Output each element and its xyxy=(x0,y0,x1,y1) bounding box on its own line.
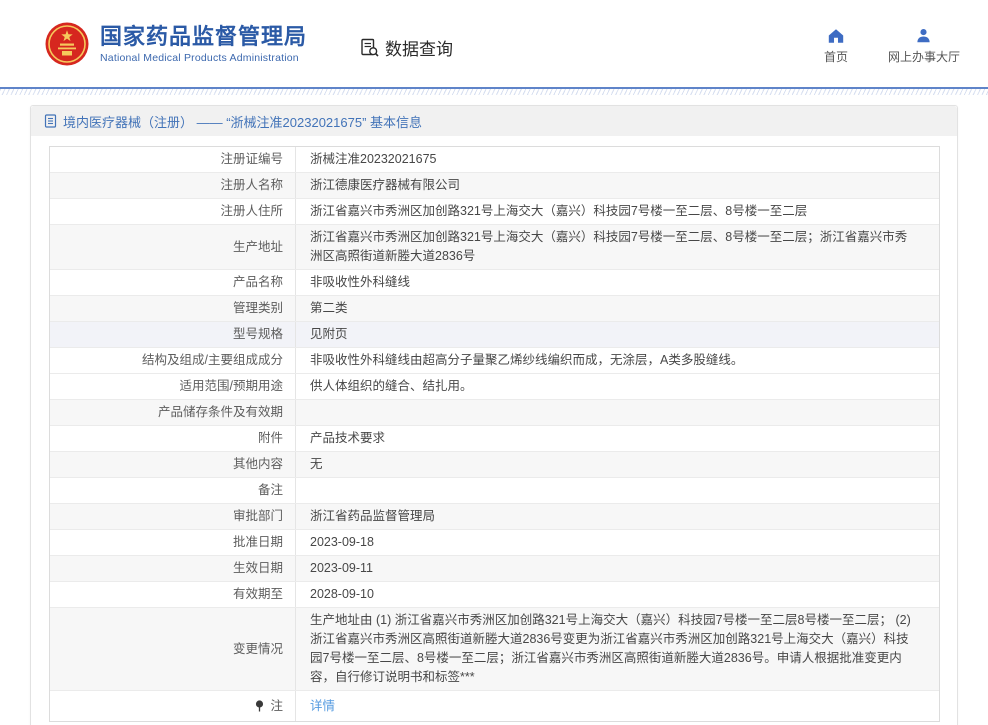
row-label: 注册人住所 xyxy=(50,199,296,224)
row-label: 备注 xyxy=(50,478,296,503)
row-label: 附件 xyxy=(50,426,296,451)
row-value: 第二类 xyxy=(296,296,939,321)
row-value: 2023-09-11 xyxy=(296,556,939,581)
document-search-icon xyxy=(359,37,380,58)
row-label: 产品储存条件及有效期 xyxy=(50,400,296,425)
row-value: 2023-09-18 xyxy=(296,530,939,555)
row-value: 详情 xyxy=(296,691,939,721)
table-row: 注详情 xyxy=(50,691,939,721)
row-value: 非吸收性外科缝线 xyxy=(296,270,939,295)
table-row: 生产地址浙江省嘉兴市秀洲区加创路321号上海交大（嘉兴）科技园7号楼一至二层、8… xyxy=(50,225,939,270)
site-header: 国家药品监督管理局 National Medical Products Admi… xyxy=(0,0,988,87)
nav-online-hall-label: 网上办事大厅 xyxy=(888,48,960,65)
row-value: 浙江省嘉兴市秀洲区加创路321号上海交大（嘉兴）科技园7号楼一至二层、8号楼一至… xyxy=(296,225,939,269)
row-value: 无 xyxy=(296,452,939,477)
row-value: 浙江省药品监督管理局 xyxy=(296,504,939,529)
brand-logo[interactable]: 国家药品监督管理局 National Medical Products Admi… xyxy=(45,22,307,66)
row-label: 生产地址 xyxy=(50,225,296,269)
table-row: 附件产品技术要求 xyxy=(50,426,939,452)
row-label: 注册人名称 xyxy=(50,173,296,198)
row-label: 生效日期 xyxy=(50,556,296,581)
row-label: 管理类别 xyxy=(50,296,296,321)
org-name: 国家药品监督管理局 xyxy=(100,24,307,50)
main-content: 境内医疗器械（注册） —— “浙械注准20232021675” 基本信息 注册证… xyxy=(0,95,988,725)
row-value: 见附页 xyxy=(296,322,939,347)
row-label: 审批部门 xyxy=(50,504,296,529)
org-name-en: National Medical Products Administration xyxy=(100,52,307,64)
nav-home[interactable]: 首页 xyxy=(824,27,848,65)
table-row: 备注 xyxy=(50,478,939,504)
row-label: 变更情况 xyxy=(50,608,296,690)
row-value: 生产地址由 (1) 浙江省嘉兴市秀洲区加创路321号上海交大（嘉兴）科技园7号楼… xyxy=(296,608,939,690)
top-nav: 首页 网上办事大厅 xyxy=(824,27,960,65)
table-row: 变更情况生产地址由 (1) 浙江省嘉兴市秀洲区加创路321号上海交大（嘉兴）科技… xyxy=(50,608,939,691)
table-row: 结构及组成/主要组成成分非吸收性外科缝线由超高分子量聚乙烯纱线编织而成，无涂层，… xyxy=(50,348,939,374)
pin-icon xyxy=(254,699,265,713)
header-divider-band xyxy=(0,87,988,95)
table-row: 其他内容无 xyxy=(50,452,939,478)
data-query-label: 数据查询 xyxy=(385,35,453,60)
table-row: 适用范围/预期用途供人体组织的缝合、结扎用。 xyxy=(50,374,939,400)
home-icon xyxy=(827,27,845,44)
table-row: 注册人住所浙江省嘉兴市秀洲区加创路321号上海交大（嘉兴）科技园7号楼一至二层、… xyxy=(50,199,939,225)
row-label: 产品名称 xyxy=(50,270,296,295)
user-icon xyxy=(915,27,932,44)
row-label: 注册证编号 xyxy=(50,147,296,172)
national-emblem-icon xyxy=(45,22,89,66)
table-row: 注册证编号浙械注准20232021675 xyxy=(50,147,939,173)
nav-home-label: 首页 xyxy=(824,48,848,65)
brand-text: 国家药品监督管理局 National Medical Products Admi… xyxy=(100,24,307,64)
table-row: 型号规格见附页 xyxy=(50,322,939,348)
row-label: 其他内容 xyxy=(50,452,296,477)
row-value: 非吸收性外科缝线由超高分子量聚乙烯纱线编织而成，无涂层，A类多股缝线。 xyxy=(296,348,939,373)
nav-online-hall[interactable]: 网上办事大厅 xyxy=(888,27,960,65)
info-panel: 境内医疗器械（注册） —— “浙械注准20232021675” 基本信息 注册证… xyxy=(30,105,958,725)
row-value: 浙江德康医疗器械有限公司 xyxy=(296,173,939,198)
row-label: 结构及组成/主要组成成分 xyxy=(50,348,296,373)
row-value: 浙械注准20232021675 xyxy=(296,147,939,172)
table-row: 产品名称非吸收性外科缝线 xyxy=(50,270,939,296)
table-row: 审批部门浙江省药品监督管理局 xyxy=(50,504,939,530)
table-row: 产品储存条件及有效期 xyxy=(50,400,939,426)
row-value: 2028-09-10 xyxy=(296,582,939,607)
row-value xyxy=(296,400,939,425)
table-row: 生效日期2023-09-11 xyxy=(50,556,939,582)
panel-title-text: 境内医疗器械（注册） —— “浙械注准20232021675” 基本信息 xyxy=(63,112,422,131)
table-row: 批准日期2023-09-18 xyxy=(50,530,939,556)
table-row: 注册人名称浙江德康医疗器械有限公司 xyxy=(50,173,939,199)
row-value xyxy=(296,478,939,503)
row-label: 批准日期 xyxy=(50,530,296,555)
info-table: 注册证编号浙械注准20232021675注册人名称浙江德康医疗器械有限公司注册人… xyxy=(49,146,940,722)
data-query-nav[interactable]: 数据查询 xyxy=(359,35,453,60)
table-row: 管理类别第二类 xyxy=(50,296,939,322)
row-label: 适用范围/预期用途 xyxy=(50,374,296,399)
row-label: 注 xyxy=(50,691,296,721)
row-value: 产品技术要求 xyxy=(296,426,939,451)
document-icon xyxy=(44,114,57,128)
details-link[interactable]: 详情 xyxy=(310,697,335,716)
panel-title-bar: 境内医疗器械（注册） —— “浙械注准20232021675” 基本信息 xyxy=(31,106,957,136)
table-row: 有效期至2028-09-10 xyxy=(50,582,939,608)
row-label: 有效期至 xyxy=(50,582,296,607)
row-value: 浙江省嘉兴市秀洲区加创路321号上海交大（嘉兴）科技园7号楼一至二层、8号楼一至… xyxy=(296,199,939,224)
row-label: 型号规格 xyxy=(50,322,296,347)
row-value: 供人体组织的缝合、结扎用。 xyxy=(296,374,939,399)
